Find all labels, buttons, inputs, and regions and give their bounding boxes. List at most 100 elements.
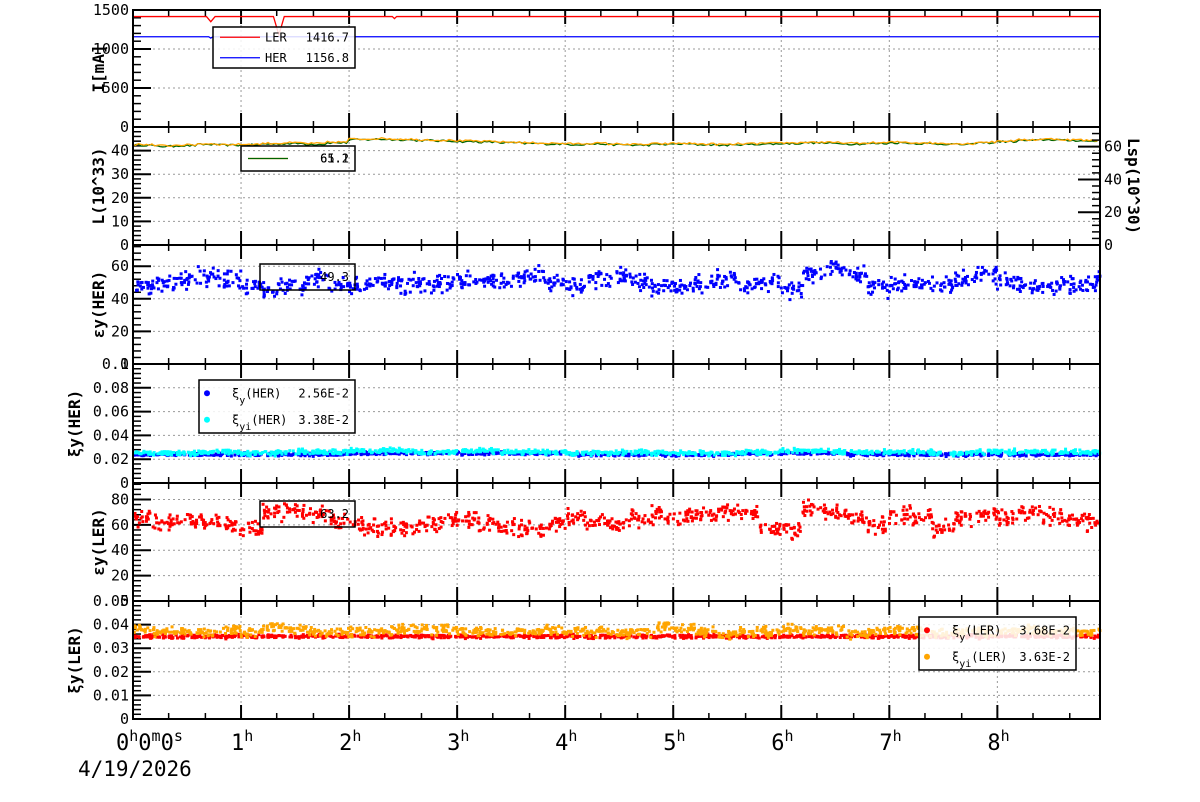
data-point <box>281 281 284 284</box>
y-tick-label: 0.05 <box>93 592 129 610</box>
data-point <box>560 450 563 453</box>
data-point <box>471 636 474 639</box>
data-point <box>616 271 619 274</box>
data-point <box>140 510 143 513</box>
data-point <box>495 448 498 451</box>
data-point <box>412 284 415 287</box>
data-point <box>939 284 942 287</box>
data-point <box>917 277 920 280</box>
data-point <box>530 527 533 530</box>
data-point <box>923 452 926 455</box>
data-point <box>246 454 249 457</box>
data-point <box>1068 514 1071 517</box>
data-point <box>288 283 291 286</box>
data-point <box>305 514 308 517</box>
data-point <box>636 518 639 521</box>
data-point <box>502 281 505 284</box>
data-point <box>929 508 932 511</box>
data-point <box>931 289 934 292</box>
data-point <box>1081 519 1084 522</box>
data-point <box>1069 517 1072 520</box>
data-point <box>576 450 579 453</box>
data-point <box>710 280 713 283</box>
data-point <box>151 283 154 286</box>
data-point <box>402 529 405 532</box>
data-point <box>881 528 884 531</box>
data-point <box>824 450 827 453</box>
x-axis-date: 4/19/2026 <box>78 757 192 781</box>
data-point <box>554 517 557 520</box>
data-point <box>701 514 704 517</box>
data-point <box>434 523 437 526</box>
data-point <box>894 282 897 285</box>
data-point <box>619 523 622 526</box>
data-point <box>1063 519 1066 522</box>
data-point <box>1042 519 1045 522</box>
data-point <box>782 527 785 530</box>
data-point <box>482 281 485 284</box>
data-point <box>1087 275 1090 278</box>
data-point <box>814 271 817 274</box>
data-point <box>426 282 429 285</box>
data-point <box>397 279 400 282</box>
data-point <box>415 281 418 284</box>
data-point <box>827 448 830 451</box>
data-point <box>1045 513 1048 516</box>
data-point <box>1057 517 1060 520</box>
data-point <box>1064 450 1067 453</box>
data-point <box>764 523 767 526</box>
data-point <box>792 285 795 288</box>
data-point <box>226 270 229 273</box>
data-point <box>819 277 822 280</box>
data-point <box>947 523 950 526</box>
data-point <box>687 451 690 454</box>
data-point <box>797 289 800 292</box>
data-point <box>277 510 280 513</box>
data-point <box>861 514 864 517</box>
data-point <box>820 448 823 451</box>
data-point <box>788 298 791 301</box>
data-point <box>423 289 426 292</box>
data-point <box>384 285 387 288</box>
data-point <box>178 453 181 456</box>
data-point <box>710 519 713 522</box>
data-point <box>856 267 859 270</box>
y-axis-label: εy(LER) <box>89 508 108 575</box>
data-point <box>773 525 776 528</box>
data-point <box>464 515 467 518</box>
data-point <box>856 279 859 282</box>
data-point <box>672 451 675 454</box>
y-tick-label: 0 <box>120 236 129 254</box>
data-point <box>341 636 344 639</box>
data-point <box>931 275 934 278</box>
data-point <box>667 520 670 523</box>
data-point <box>189 454 192 457</box>
data-point <box>808 449 811 452</box>
data-point <box>593 521 596 524</box>
data-point <box>176 453 179 456</box>
data-point <box>948 527 951 530</box>
data-point <box>953 523 956 526</box>
data-point <box>1037 513 1040 516</box>
data-point <box>446 289 449 292</box>
data-point <box>741 509 744 512</box>
data-point <box>858 275 861 278</box>
data-point <box>184 518 187 521</box>
data-point <box>237 284 240 287</box>
data-point <box>274 636 277 639</box>
data-point <box>180 637 183 640</box>
data-point <box>647 518 650 521</box>
legend-dot-marker <box>204 417 210 423</box>
data-point <box>917 448 920 451</box>
data-point <box>524 528 527 531</box>
data-point <box>527 451 530 454</box>
data-point <box>695 517 698 520</box>
data-point <box>290 635 293 638</box>
data-point <box>957 452 960 455</box>
data-point <box>979 448 982 451</box>
data-point <box>273 515 276 518</box>
data-point <box>365 528 368 531</box>
data-point <box>169 513 172 516</box>
data-point <box>632 276 635 279</box>
data-point <box>382 447 385 450</box>
